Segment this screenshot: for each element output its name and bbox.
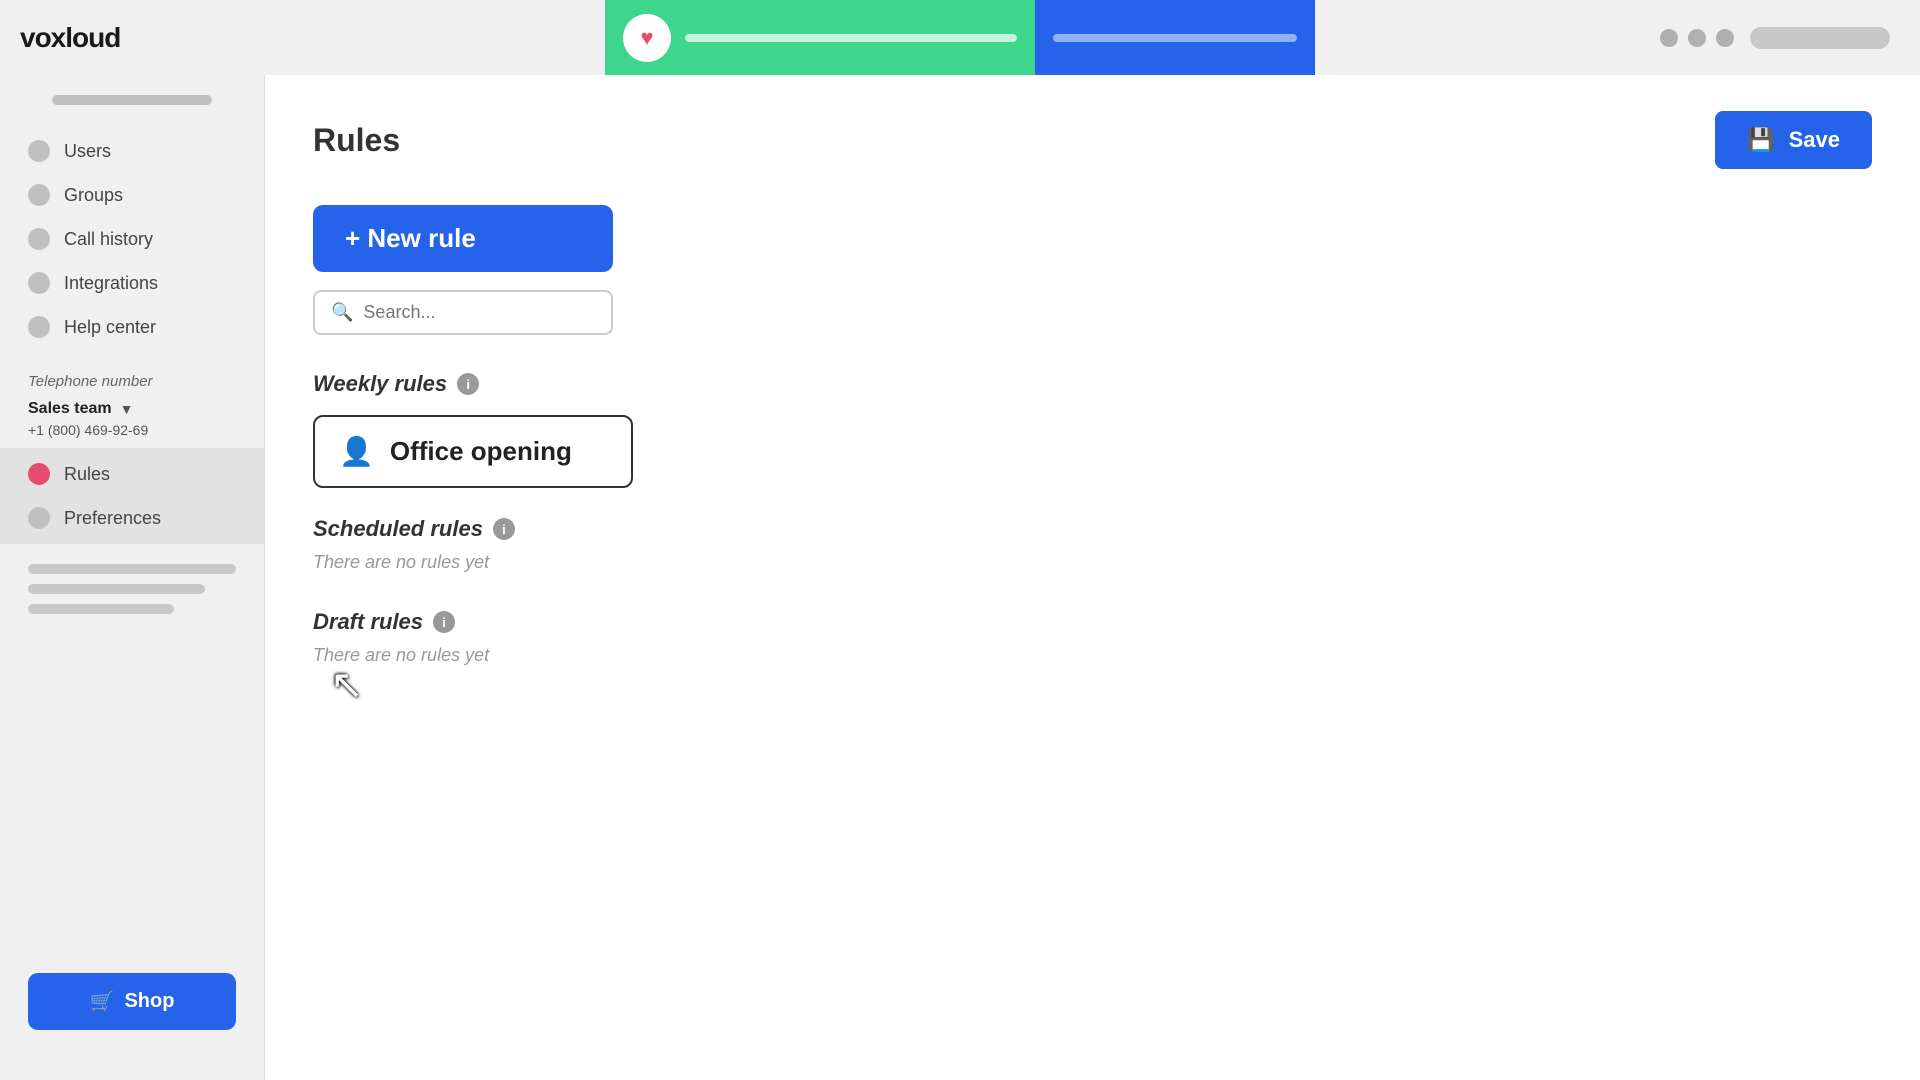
rules-dot-icon <box>28 463 50 485</box>
main-content: ↖ Rules 💾 Save + New rule 🔍 Weekly rules… <box>265 75 1920 1080</box>
green-progress-bar <box>685 34 1017 42</box>
help-center-dot-icon <box>28 316 50 338</box>
heart-icon: ♥ <box>640 25 653 51</box>
sidebar-item-preferences-label: Preferences <box>64 508 161 529</box>
bottom-bar-2 <box>28 584 205 594</box>
weekly-rules-title: Weekly rules <box>313 371 447 397</box>
office-opening-rule[interactable]: 👤 Office opening <box>313 415 633 488</box>
weekly-rules-info-icon[interactable]: i <box>457 373 479 395</box>
draft-rules-info-icon[interactable]: i <box>433 611 455 633</box>
shop-button-label: Shop <box>124 990 174 1013</box>
sidebar-item-call-history-label: Call history <box>64 229 153 250</box>
team-phone-number: +1 (800) 469-92-69 <box>0 422 264 438</box>
green-status-block: ♥ <box>605 0 1035 75</box>
sidebar-item-integrations[interactable]: Integrations <box>0 261 264 305</box>
team-selector[interactable]: Sales team ▼ <box>0 396 264 422</box>
app-header: voxloud ♥ <box>0 0 1920 75</box>
draft-rules-heading: Draft rules i <box>313 609 1872 635</box>
dot-2 <box>1688 29 1706 47</box>
header-pill <box>1750 27 1890 49</box>
new-rule-button-label: + New rule <box>345 223 476 254</box>
cursor-icon: ↖ <box>330 665 364 705</box>
users-dot-icon <box>28 140 50 162</box>
call-history-dot-icon <box>28 228 50 250</box>
dot-3 <box>1716 29 1734 47</box>
scheduled-rules-title: Scheduled rules <box>313 516 483 542</box>
header-center: ♥ <box>605 0 1315 75</box>
search-box: 🔍 <box>313 290 613 335</box>
heart-circle: ♥ <box>623 14 671 62</box>
sidebar-item-users[interactable]: Users <box>0 129 264 173</box>
sidebar-item-preferences[interactable]: Preferences <box>0 496 264 540</box>
save-icon: 💾 <box>1747 127 1774 153</box>
person-icon: 👤 <box>339 435 374 468</box>
dot-1 <box>1660 29 1678 47</box>
sidebar: Users Groups Call history Integrations H… <box>0 75 265 1080</box>
chevron-down-icon: ▼ <box>120 401 134 417</box>
groups-dot-icon <box>28 184 50 206</box>
telephone-label: Telephone number <box>0 373 264 390</box>
sidebar-item-rules[interactable]: Rules <box>0 452 264 496</box>
shop-button[interactable]: 🛒 Shop <box>28 973 236 1030</box>
cart-icon: 🛒 <box>90 989 115 1014</box>
search-icon: 🔍 <box>331 302 353 323</box>
sidebar-item-groups[interactable]: Groups <box>0 173 264 217</box>
draft-no-rules-text: There are no rules yet <box>313 645 1872 666</box>
sidebar-item-users-label: Users <box>64 141 111 162</box>
sidebar-item-groups-label: Groups <box>64 185 123 206</box>
sidebar-bottom-bars <box>28 564 236 624</box>
new-rule-button[interactable]: + New rule <box>313 205 613 272</box>
blue-status-block <box>1035 0 1315 75</box>
active-nav-section: Rules Preferences <box>0 448 264 544</box>
scheduled-no-rules-text: There are no rules yet <box>313 552 1872 573</box>
save-button-label: Save <box>1789 127 1840 153</box>
header-right <box>1660 27 1890 49</box>
page-title: Rules <box>313 122 400 159</box>
bottom-bar-3 <box>28 604 174 614</box>
office-opening-label: Office opening <box>390 436 572 467</box>
draft-rules-title: Draft rules <box>313 609 423 635</box>
team-name: Sales team <box>28 400 112 418</box>
sidebar-item-help-center[interactable]: Help center <box>0 305 264 349</box>
sidebar-item-integrations-label: Integrations <box>64 273 158 294</box>
search-input[interactable] <box>363 302 595 323</box>
integrations-dot-icon <box>28 272 50 294</box>
sidebar-item-help-center-label: Help center <box>64 317 156 338</box>
main-layout: Users Groups Call history Integrations H… <box>0 75 1920 1080</box>
sidebar-item-call-history[interactable]: Call history <box>0 217 264 261</box>
cursor-overlay: ↖ <box>330 665 364 705</box>
sidebar-top-bar <box>52 95 212 105</box>
sidebar-item-rules-label: Rules <box>64 464 110 485</box>
scheduled-rules-info-icon[interactable]: i <box>493 518 515 540</box>
weekly-rules-heading: Weekly rules i <box>313 371 1872 397</box>
preferences-dot-icon <box>28 507 50 529</box>
bottom-bar-1 <box>28 564 236 574</box>
save-button[interactable]: 💾 Save <box>1715 111 1872 169</box>
dots-group <box>1660 29 1734 47</box>
app-logo: voxloud <box>20 22 120 54</box>
blue-progress-bar <box>1053 34 1297 42</box>
page-header: Rules 💾 Save <box>313 111 1872 169</box>
scheduled-rules-heading: Scheduled rules i <box>313 516 1872 542</box>
